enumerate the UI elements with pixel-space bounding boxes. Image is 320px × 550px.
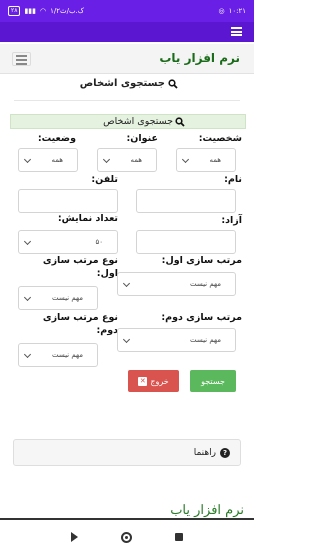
search-icon	[175, 116, 185, 127]
help-panel[interactable]: ? راهنما	[13, 439, 241, 466]
personality-select[interactable]: همه	[176, 148, 236, 172]
phone-label: تلفن:	[91, 174, 118, 185]
sort-first-label: مرتب سازی اول:	[161, 255, 242, 266]
back-icon[interactable]	[71, 532, 79, 542]
section-title: جستجوی اشخاص	[103, 116, 173, 127]
search-icon	[168, 78, 178, 89]
status-value: همه	[51, 156, 64, 164]
phone-input[interactable]	[18, 189, 118, 213]
chevron-down-icon	[23, 293, 32, 302]
sort-first-type-select[interactable]: مهم نیست	[18, 286, 98, 310]
personality-label: شخصیت:	[198, 133, 242, 144]
section-header: جستجوی اشخاص	[10, 114, 246, 129]
title-label: عنوان:	[126, 133, 159, 144]
personality-value: همه	[209, 156, 222, 164]
status-bar: ۲۸ ▮▮▮ ◠ ۱/۲ک.ب/ث ◎ ۱۰:۲۱	[0, 0, 254, 22]
display-count-select[interactable]: ۵۰	[18, 230, 118, 254]
chevron-down-icon	[23, 237, 32, 246]
instagram-icon: ◎	[218, 7, 225, 15]
help-label: راهنما	[193, 447, 216, 458]
chevron-down-icon	[23, 350, 32, 359]
chevron-down-icon	[122, 335, 131, 344]
nav-toggle-button[interactable]	[12, 52, 31, 66]
sort-second-select[interactable]: مهم نیست	[117, 328, 236, 352]
name-label: نام:	[224, 174, 242, 185]
name-input[interactable]	[136, 189, 236, 213]
system-navigation-bar	[0, 524, 254, 550]
footer-divider	[0, 518, 254, 520]
free-input[interactable]	[136, 230, 236, 254]
free-label: آزاد:	[221, 215, 242, 226]
clock: ۱۰:۲۱	[228, 7, 246, 15]
brand-logo[interactable]: نرم افزار یاب	[159, 51, 240, 65]
home-icon[interactable]	[120, 531, 132, 543]
sort-second-label: مرتب سازی دوم:	[161, 312, 242, 323]
search-button[interactable]: جستجو	[190, 370, 236, 392]
display-count-value: ۵۰	[95, 238, 103, 246]
display-count-label: تعداد نمایش:	[57, 213, 118, 224]
chevron-down-icon	[102, 155, 111, 164]
sort-second-type-select[interactable]: مهم نیست	[18, 343, 98, 367]
sort-first-select[interactable]: مهم نیست	[117, 272, 236, 296]
exit-button-label: خروج	[150, 376, 169, 386]
sort-second-type-label-line1: نوع مرتب سازی	[42, 312, 118, 323]
chevron-down-icon	[181, 155, 190, 164]
app-topbar	[0, 22, 254, 42]
page-title-text: جستجوی اشخاص	[79, 78, 165, 89]
sort-first-type-value: مهم نیست	[51, 294, 83, 302]
chevron-down-icon	[122, 279, 131, 288]
sort-first-value: مهم نیست	[189, 280, 221, 288]
sort-second-type-label-line2: دوم:	[96, 325, 118, 336]
status-label: وضعیت:	[37, 133, 76, 144]
battery-indicator: ۲۸	[8, 6, 21, 16]
wifi-icon: ◠	[40, 7, 47, 15]
status-right: ◎ ۱۰:۲۱	[218, 7, 246, 15]
title-value: همه	[130, 156, 143, 164]
title-select[interactable]: همه	[97, 148, 157, 172]
info-icon: ?	[220, 447, 230, 458]
sort-second-type-value: مهم نیست	[51, 351, 83, 359]
navbar: نرم افزار یاب	[0, 44, 254, 74]
divider	[14, 100, 240, 101]
signal-icon: ▮▮▮	[24, 7, 37, 15]
sort-first-type-label-line2: اول:	[96, 268, 118, 279]
status-select[interactable]: همه	[18, 148, 78, 172]
status-left: ۲۸ ▮▮▮ ◠ ۱/۲ک.ب/ث	[8, 6, 84, 16]
recent-apps-icon[interactable]	[174, 533, 183, 541]
sort-second-value: مهم نیست	[189, 336, 221, 344]
close-icon: ✕	[138, 376, 148, 386]
network-speed: ۱/۲ک.ب/ث	[50, 7, 85, 15]
footer-brand: نرم افزار یاب	[170, 503, 244, 518]
sort-first-type-label-line1: نوع مرتب سازی	[42, 255, 118, 266]
page-title: جستجوی اشخاص	[80, 78, 178, 89]
chevron-down-icon	[23, 155, 32, 164]
hamburger-icon[interactable]	[231, 27, 242, 36]
exit-button[interactable]: خروج ✕	[128, 370, 179, 392]
